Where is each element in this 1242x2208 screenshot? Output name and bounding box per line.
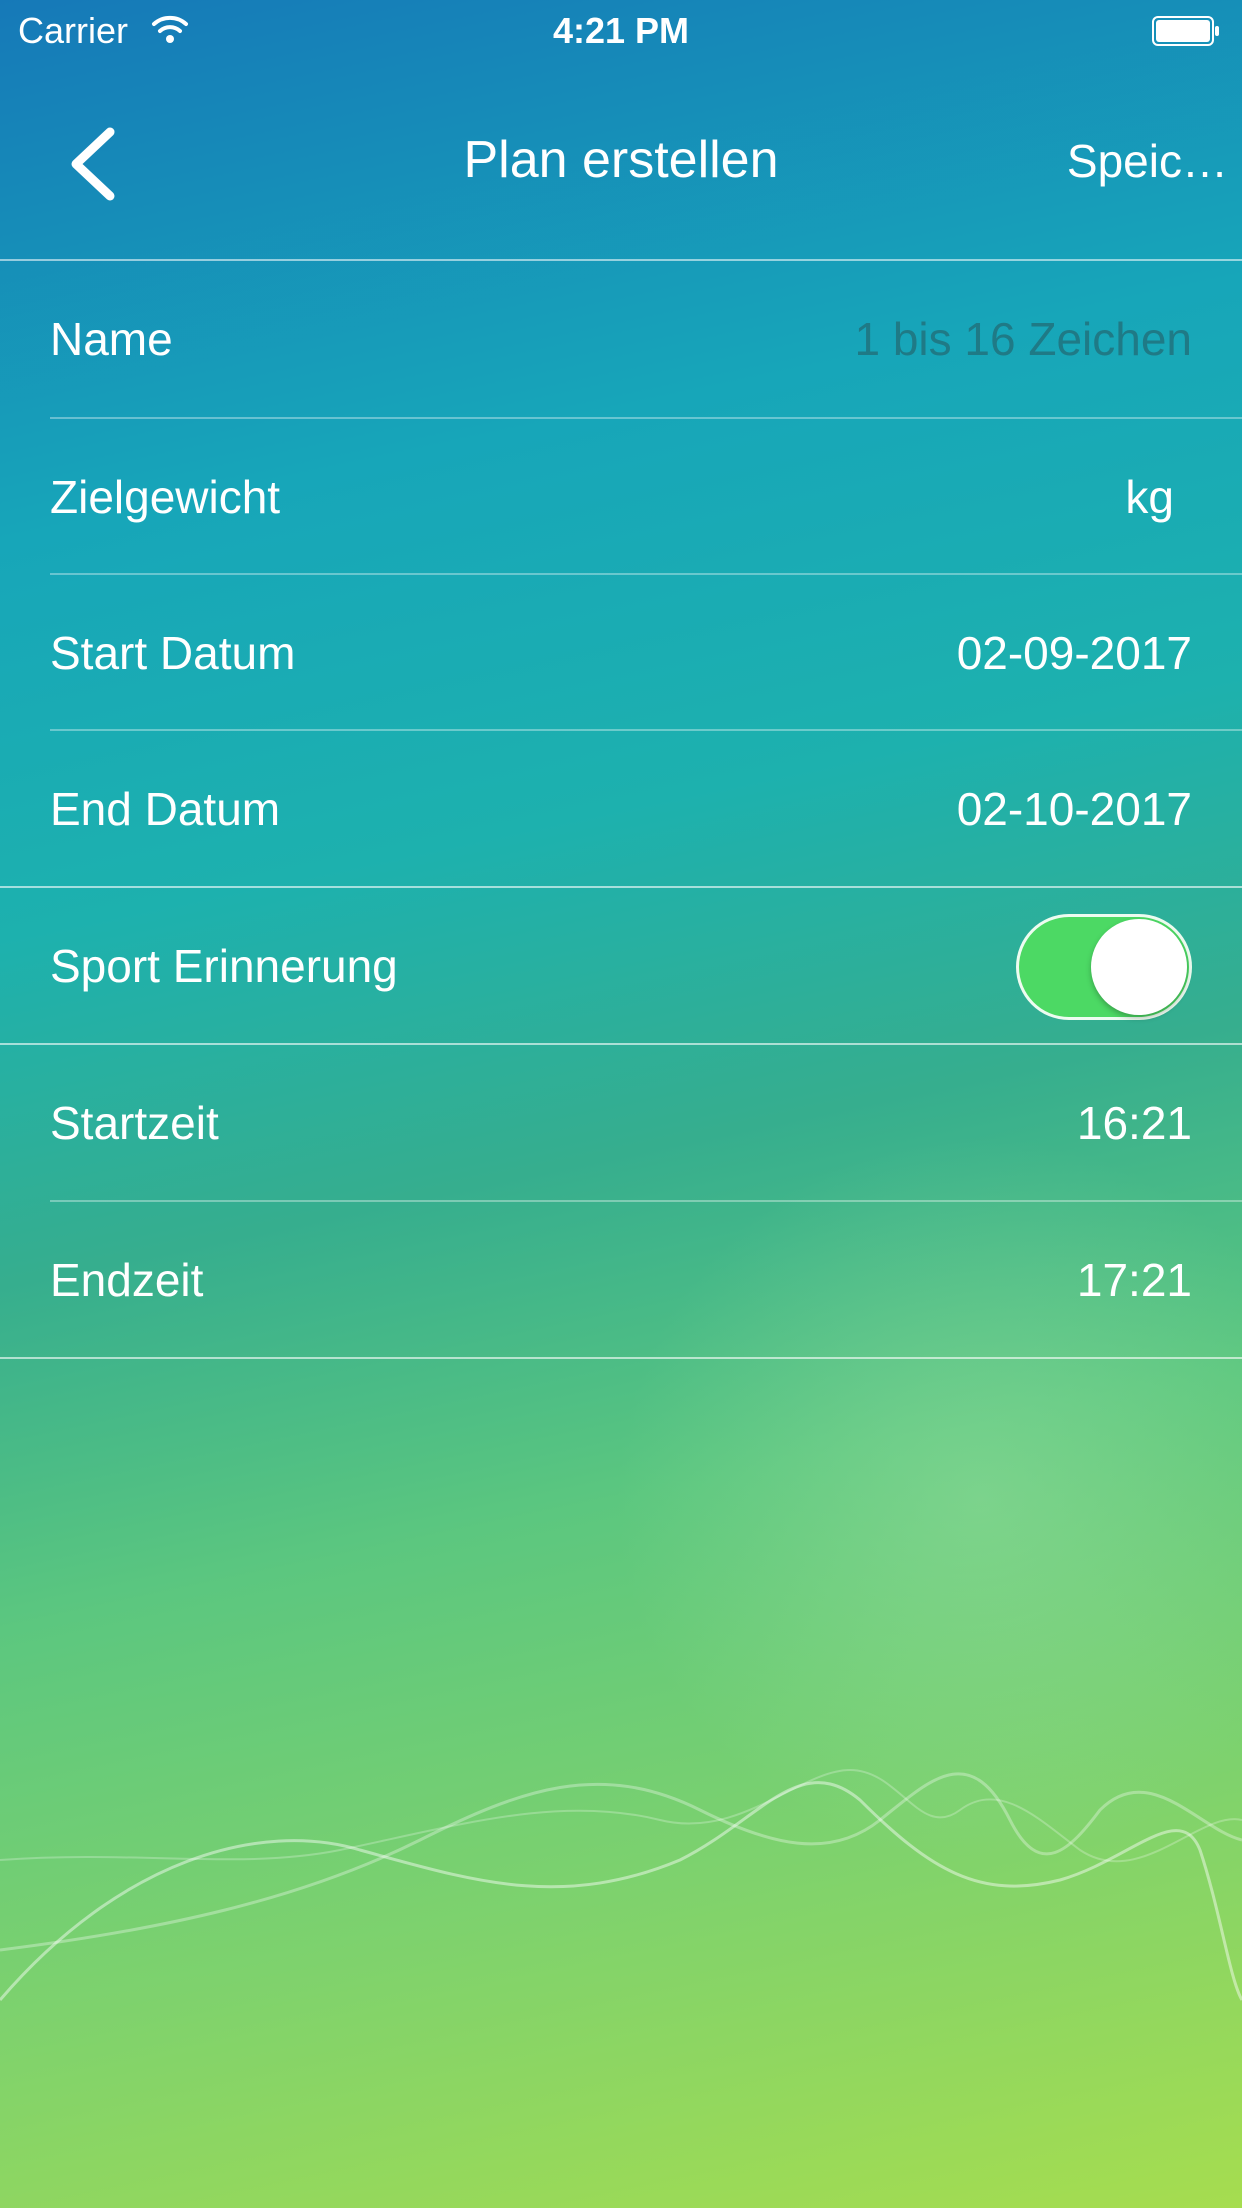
- start-time-label: Startzeit: [50, 1097, 219, 1149]
- toggle-knob: [1091, 919, 1187, 1015]
- section-divider: [0, 1357, 1242, 1359]
- target-weight-row[interactable]: Zielgewicht kg: [0, 419, 1242, 575]
- end-date-label: End Datum: [50, 783, 281, 835]
- navigation-bar: Plan erstellen Speic…: [0, 60, 1242, 260]
- name-row[interactable]: Name: [0, 261, 1242, 417]
- end-date-row[interactable]: End Datum 02-10-2017: [0, 731, 1242, 887]
- target-weight-input[interactable]: [702, 470, 1102, 524]
- target-weight-label: Zielgewicht: [50, 471, 281, 523]
- status-bar: Carrier 4:21 PM: [0, 0, 1242, 60]
- start-time-value[interactable]: 16:21: [1077, 1096, 1192, 1150]
- save-button[interactable]: Speic…: [1067, 134, 1228, 188]
- decorative-waves: [0, 1768, 1242, 2001]
- status-time: 4:21 PM: [552, 10, 690, 51]
- sport-reminder-label: Sport Erinnerung: [50, 940, 398, 992]
- end-time-row[interactable]: Endzeit 17:21: [0, 1202, 1242, 1358]
- name-input[interactable]: [592, 312, 1192, 366]
- sport-reminder-toggle[interactable]: [1016, 914, 1192, 1020]
- end-time-value[interactable]: 17:21: [1077, 1253, 1192, 1307]
- end-date-value[interactable]: 02-10-2017: [957, 782, 1192, 836]
- start-date-label: Start Datum: [50, 627, 296, 679]
- start-date-row[interactable]: Start Datum 02-09-2017: [0, 575, 1242, 731]
- page-title: Plan erstellen: [463, 131, 779, 189]
- sport-reminder-row: Sport Erinnerung: [0, 888, 1242, 1044]
- name-label: Name: [50, 313, 173, 365]
- end-time-label: Endzeit: [50, 1254, 204, 1306]
- weight-unit-label: kg: [1125, 471, 1174, 523]
- start-date-value[interactable]: 02-09-2017: [957, 626, 1192, 680]
- start-time-row[interactable]: Startzeit 16:21: [0, 1045, 1242, 1201]
- battery-icon: [1152, 16, 1219, 46]
